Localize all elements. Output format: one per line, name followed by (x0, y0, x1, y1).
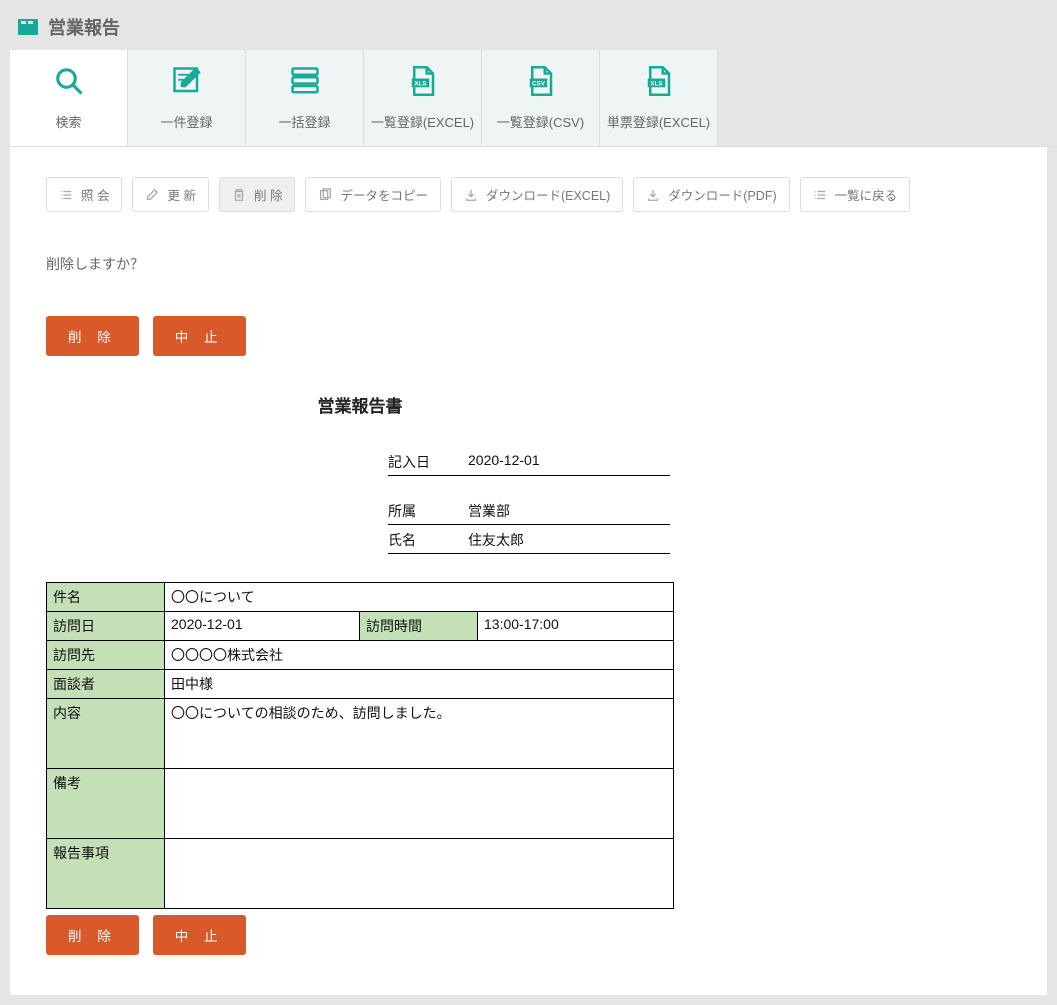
content-panel: 照 会 更 新 削 除 データをコピー ダウンロード(EXCEL) ダウンロード… (10, 147, 1047, 995)
field-label: 訪問日 (47, 612, 165, 641)
download-icon (646, 188, 660, 202)
xls-file-icon: XLS (407, 66, 439, 96)
button-label: ダウンロード(PDF) (668, 185, 776, 204)
meta-label: 氏名 (388, 530, 468, 550)
download-pdf-button[interactable]: ダウンロード(PDF) (633, 177, 789, 212)
tab-single-register[interactable]: 一件登録 (128, 50, 246, 146)
tab-batch-register[interactable]: 一括登録 (246, 50, 364, 146)
meta-value: 営業部 (468, 501, 510, 521)
tab-list-register-excel[interactable]: XLS 一覧登録(EXCEL) (364, 50, 482, 146)
field-label: 内容 (47, 699, 165, 769)
tab-label: 一覧登録(CSV) (497, 112, 584, 131)
list-icon (59, 188, 73, 202)
confirm-delete-button[interactable]: 削 除 (46, 915, 139, 955)
button-label: 一覧に戻る (835, 185, 898, 204)
meta-label: 記入日 (388, 452, 468, 472)
button-label: 照 会 (81, 185, 109, 204)
tab-list-register-csv[interactable]: CSV 一覧登録(CSV) (482, 50, 600, 146)
report-meta: 記入日 2020-12-01 所属 営業部 氏名 住友太郎 (388, 447, 670, 554)
field-value: 13:00-17:00 (478, 612, 674, 641)
csv-file-icon: CSV (525, 66, 557, 96)
copy-icon (318, 188, 332, 202)
tab-label: 一覧登録(EXCEL) (371, 112, 474, 131)
field-value: 〇〇についての相談のため、訪問しました。 (165, 699, 674, 769)
page-header: 営業報告 (0, 0, 1057, 50)
table-row: 内容 〇〇についての相談のため、訪問しました。 (47, 699, 674, 769)
download-icon (464, 188, 478, 202)
window-icon (18, 19, 38, 35)
table-row: 件名 〇〇について (47, 583, 674, 612)
cancel-button[interactable]: 中 止 (153, 915, 246, 955)
download-excel-button[interactable]: ダウンロード(EXCEL) (451, 177, 623, 212)
svg-text:CSV: CSV (532, 80, 546, 87)
field-label: 訪問先 (47, 641, 165, 670)
svg-text:XLS: XLS (414, 80, 426, 87)
field-value: 2020-12-01 (165, 612, 360, 641)
field-value (165, 839, 674, 909)
table-row: 報告事項 (47, 839, 674, 909)
meta-value: 住友太郎 (468, 530, 524, 550)
field-value (165, 769, 674, 839)
tab-form-register-excel[interactable]: XLS 単票登録(EXCEL) (600, 50, 718, 146)
confirm-text: 削除しますか？ (46, 254, 1011, 274)
report-title: 営業報告書 (46, 374, 674, 447)
copy-button[interactable]: データをコピー (305, 177, 441, 212)
table-row: 訪問日 2020-12-01 訪問時間 13:00-17:00 (47, 612, 674, 641)
edit-button[interactable]: 更 新 (132, 177, 208, 212)
trash-icon (232, 188, 246, 202)
tab-label: 一括登録 (278, 112, 330, 131)
pencil-icon (145, 188, 159, 202)
report-table: 件名 〇〇について 訪問日 2020-12-01 訪問時間 13:00-17:0… (46, 582, 674, 909)
table-row: 面談者 田中様 (47, 670, 674, 699)
primary-actions-top: 削 除 中 止 (46, 316, 1011, 356)
meta-dept: 所属 営業部 (388, 496, 670, 525)
edit-icon (171, 66, 203, 96)
tab-label: 一件登録 (160, 112, 212, 131)
button-label: 削 除 (254, 185, 282, 204)
svg-text:XLS: XLS (650, 80, 662, 87)
field-value: 田中様 (165, 670, 674, 699)
tabs: 検索 一件登録 一括登録 XLS 一覧登録(EXCEL) CSV 一覧登録(CS… (10, 50, 1057, 147)
button-label: データをコピー (340, 185, 428, 204)
primary-actions-bottom: 削 除 中 止 (46, 915, 1011, 955)
field-label: 訪問時間 (360, 612, 478, 641)
tab-label: 単票登録(EXCEL) (607, 112, 710, 131)
delete-button[interactable]: 削 除 (219, 177, 295, 212)
report-document: 営業報告書 記入日 2020-12-01 所属 営業部 氏名 住友太郎 件名 〇… (46, 374, 674, 909)
field-label: 面談者 (47, 670, 165, 699)
xls-file-icon: XLS (643, 66, 675, 96)
meta-entry-date: 記入日 2020-12-01 (388, 447, 670, 476)
field-value: 〇〇について (165, 583, 674, 612)
field-label: 件名 (47, 583, 165, 612)
cancel-button[interactable]: 中 止 (153, 316, 246, 356)
meta-label: 所属 (388, 501, 468, 521)
page-title: 営業報告 (48, 14, 120, 40)
tab-search[interactable]: 検索 (10, 50, 128, 146)
list-icon (813, 188, 827, 202)
table-row: 訪問先 〇〇〇〇株式会社 (47, 641, 674, 670)
field-value: 〇〇〇〇株式会社 (165, 641, 674, 670)
meta-value: 2020-12-01 (468, 452, 540, 472)
button-label: 更 新 (167, 185, 195, 204)
back-to-list-button[interactable]: 一覧に戻る (800, 177, 911, 212)
field-label: 報告事項 (47, 839, 165, 909)
view-button[interactable]: 照 会 (46, 177, 122, 212)
meta-name: 氏名 住友太郎 (388, 525, 670, 554)
tab-label: 検索 (55, 112, 81, 131)
field-label: 備考 (47, 769, 165, 839)
confirm-delete-button[interactable]: 削 除 (46, 316, 139, 356)
table-row: 備考 (47, 769, 674, 839)
stack-icon (289, 66, 321, 96)
search-icon (53, 66, 85, 96)
button-label: ダウンロード(EXCEL) (486, 185, 610, 204)
action-bar: 照 会 更 新 削 除 データをコピー ダウンロード(EXCEL) ダウンロード… (46, 177, 1011, 212)
